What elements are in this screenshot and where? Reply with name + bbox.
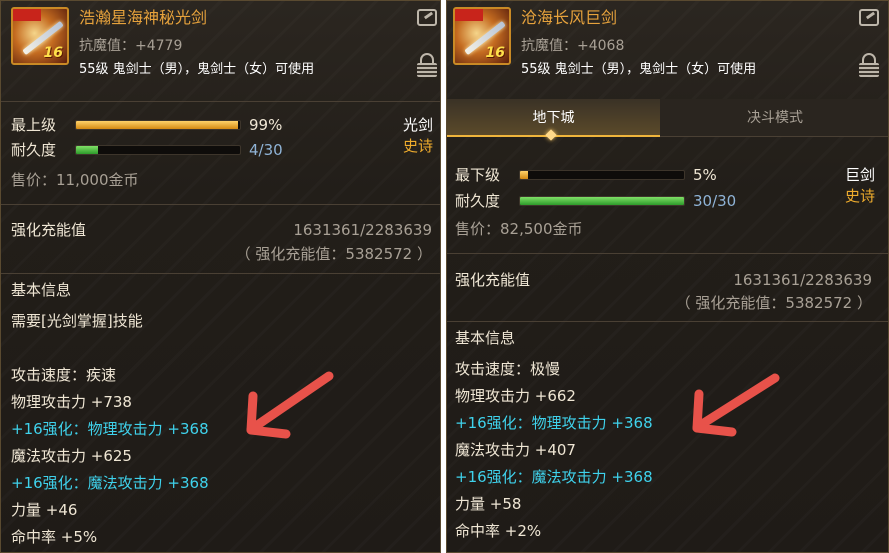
annotation-arrow-icon [692, 373, 780, 437]
charge-label: 强化充能值 [455, 271, 531, 289]
rarity: 史诗 [845, 187, 876, 205]
grade-label: 最下级 [455, 166, 501, 184]
stat-line: 命中率 +5% [11, 528, 98, 546]
stat-line: 魔法攻击力 +625 [11, 447, 132, 465]
item-icon: 16 [453, 7, 511, 65]
stat-line: 力量 +58 [455, 495, 522, 513]
charge-total: （ 强化充能值：5382572 ） [675, 294, 872, 312]
divider [1, 273, 440, 274]
grade-bar [75, 120, 241, 130]
item-tooltip-right: 16 沧海长风巨剑 抗魔值：+4068 55级 鬼剑士（男），鬼剑士（女）可使用… [446, 0, 889, 553]
skill-requirement: 需要[光剑掌握]技能 [11, 312, 143, 330]
grade-value: 5% [693, 166, 717, 184]
grade-label: 最上级 [11, 116, 57, 134]
active-indicator-icon [545, 129, 557, 141]
enhance-stat-line: +16强化：魔法攻击力 +368 [11, 474, 209, 492]
stat-line: 攻击速度：疾速 [11, 366, 117, 384]
grade-bar [519, 170, 685, 180]
divider [447, 321, 888, 322]
durability-label: 耐久度 [11, 141, 57, 159]
stat-line: 命中率 +2% [455, 522, 542, 540]
enhance-level: 16 [43, 45, 63, 61]
rarity: 史诗 [403, 137, 434, 155]
anti-magic-value: 抗魔值：+4779 [79, 38, 183, 54]
stat-line: 魔法攻击力 +407 [455, 441, 576, 459]
divider [447, 253, 888, 254]
divider [1, 101, 440, 102]
divider [1, 204, 440, 205]
sell-price: 售价：11,000金币 [11, 171, 139, 189]
stat-line: 力量 +46 [11, 501, 78, 519]
enhance-stat-line: +16强化：魔法攻击力 +368 [455, 468, 653, 486]
equipped-badge [455, 9, 483, 21]
durability-value: 4/30 [249, 141, 283, 159]
stat-line: 攻击速度：极慢 [455, 360, 561, 378]
charge-value: 1631361/2283639 [733, 271, 872, 289]
weapon-type: 光剑 [403, 116, 434, 134]
stat-line: 物理攻击力 +662 [455, 387, 576, 405]
equipped-badge [13, 9, 41, 21]
item-name: 沧海长风巨剑 [521, 8, 618, 27]
tab-dungeon[interactable]: 地下城 [447, 99, 660, 141]
durability-label: 耐久度 [455, 192, 501, 210]
mode-tabs: 地下城 决斗模式 [447, 99, 888, 141]
enhance-stat-line: +16强化：物理攻击力 +368 [11, 420, 209, 438]
share-icon[interactable] [417, 9, 437, 26]
item-name: 浩瀚星海神秘光剑 [79, 8, 208, 27]
tab-pvp[interactable]: 决斗模式 [660, 99, 888, 137]
share-icon[interactable] [859, 9, 879, 26]
durability-bar [519, 196, 685, 206]
basic-info-heading: 基本信息 [11, 281, 72, 299]
lock-icon[interactable] [859, 53, 879, 77]
item-icon: 16 [11, 7, 69, 65]
durability-bar [75, 145, 241, 155]
class-requirement: 55级 鬼剑士（男），鬼剑士（女）可使用 [521, 62, 757, 77]
charge-total: （ 强化充能值：5382572 ） [235, 245, 432, 263]
annotation-arrow-icon [246, 371, 334, 439]
enhance-stat-line: +16强化：物理攻击力 +368 [455, 414, 653, 432]
grade-value: 99% [249, 116, 283, 134]
anti-magic-value: 抗魔值：+4068 [521, 38, 625, 54]
charge-value: 1631361/2283639 [293, 221, 432, 239]
item-tooltip-left: 16 浩瀚星海神秘光剑 抗魔值：+4779 55级 鬼剑士（男），鬼剑士（女）可… [0, 0, 441, 553]
sell-price: 售价：82,500金币 [455, 220, 583, 238]
durability-value: 30/30 [693, 192, 737, 210]
weapon-type: 巨剑 [845, 166, 876, 184]
class-requirement: 55级 鬼剑士（男），鬼剑士（女）可使用 [79, 62, 315, 77]
basic-info-heading: 基本信息 [455, 329, 516, 347]
lock-icon[interactable] [417, 53, 437, 77]
charge-label: 强化充能值 [11, 221, 87, 239]
enhance-level: 16 [485, 45, 505, 61]
stat-line: 物理攻击力 +738 [11, 393, 132, 411]
